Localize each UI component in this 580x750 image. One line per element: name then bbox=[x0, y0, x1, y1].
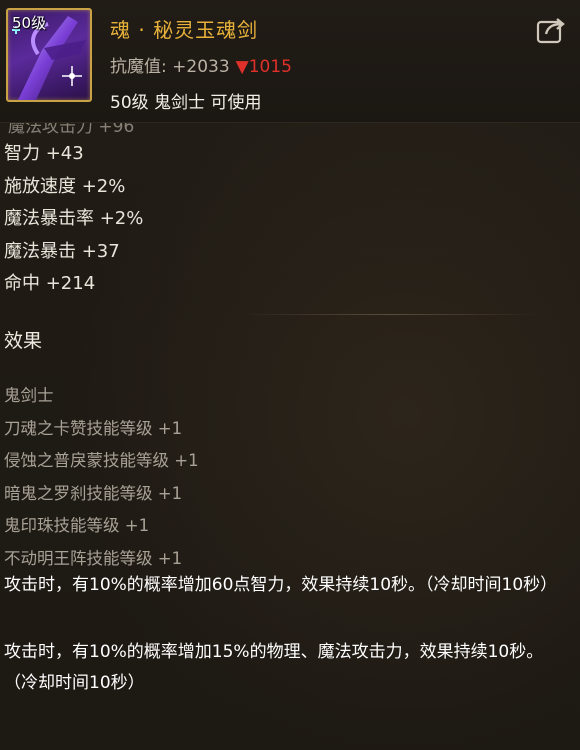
stat-intelligence: 智力 +43 bbox=[4, 143, 84, 164]
item-icon[interactable]: 50级 bbox=[6, 8, 92, 102]
effect-description-1: 攻击时，有10%的概率增加60点智力，效果持续10秒。（冷却时间10秒） bbox=[4, 575, 558, 595]
effect-skill-1: 刀魂之卡赞技能等级 +1 bbox=[4, 418, 183, 438]
item-name: 魂 · 秘灵玉魂剑 bbox=[110, 18, 259, 42]
item-level-badge: 50级 bbox=[12, 14, 47, 32]
stat-list: 智力 +43 施放速度 +2% 魔法暴击率 +2% 魔法暴击 +37 命中 +2… bbox=[4, 138, 143, 301]
requirement-line: 50级 鬼剑士 可使用 bbox=[110, 93, 262, 113]
stat-cast-speed: 施放速度 +2% bbox=[4, 175, 126, 197]
effect-skill-4: 鬼印珠技能等级 +1 bbox=[4, 516, 150, 535]
effect-class: 鬼剑士 bbox=[4, 386, 54, 405]
item-header: 50级 魂 · 秘灵玉魂剑 抗魔值: +2033 ▼1015 50级 鬼剑士 可使… bbox=[0, 0, 580, 123]
magic-resist-value: 抗魔值: +2033 bbox=[110, 57, 230, 77]
effect-skill-3: 暗鬼之罗刹技能等级 +1 bbox=[4, 483, 183, 503]
stat-magic-crit-rate: 魔法暴击率 +2% bbox=[4, 208, 144, 229]
stat-magic-crit: 魔法暴击 +37 bbox=[4, 240, 120, 262]
magic-resist-line: 抗魔值: +2033 ▼1015 bbox=[110, 52, 292, 77]
section-divider bbox=[240, 314, 540, 315]
effect-description-2: 攻击时，有10%的概率增加15%的物理、魔法攻击力，效果持续10秒。（冷却时间1… bbox=[4, 642, 544, 693]
effect-skill-2: 侵蚀之普戾蒙技能等级 +1 bbox=[4, 451, 199, 470]
share-icon[interactable] bbox=[536, 16, 566, 44]
item-tooltip: 50级 魂 · 秘灵玉魂剑 抗魔值: +2033 ▼1015 50级 鬼剑士 可使… bbox=[0, 0, 580, 750]
effect-list: 鬼剑士 刀魂之卡赞技能等级 +1 侵蚀之普戾蒙技能等级 +1 暗鬼之罗刹技能等级… bbox=[4, 380, 199, 575]
stat-hit: 命中 +214 bbox=[4, 273, 96, 294]
magic-resist-change: ▼1015 bbox=[235, 57, 292, 77]
effect-title: 效果 bbox=[4, 330, 43, 352]
